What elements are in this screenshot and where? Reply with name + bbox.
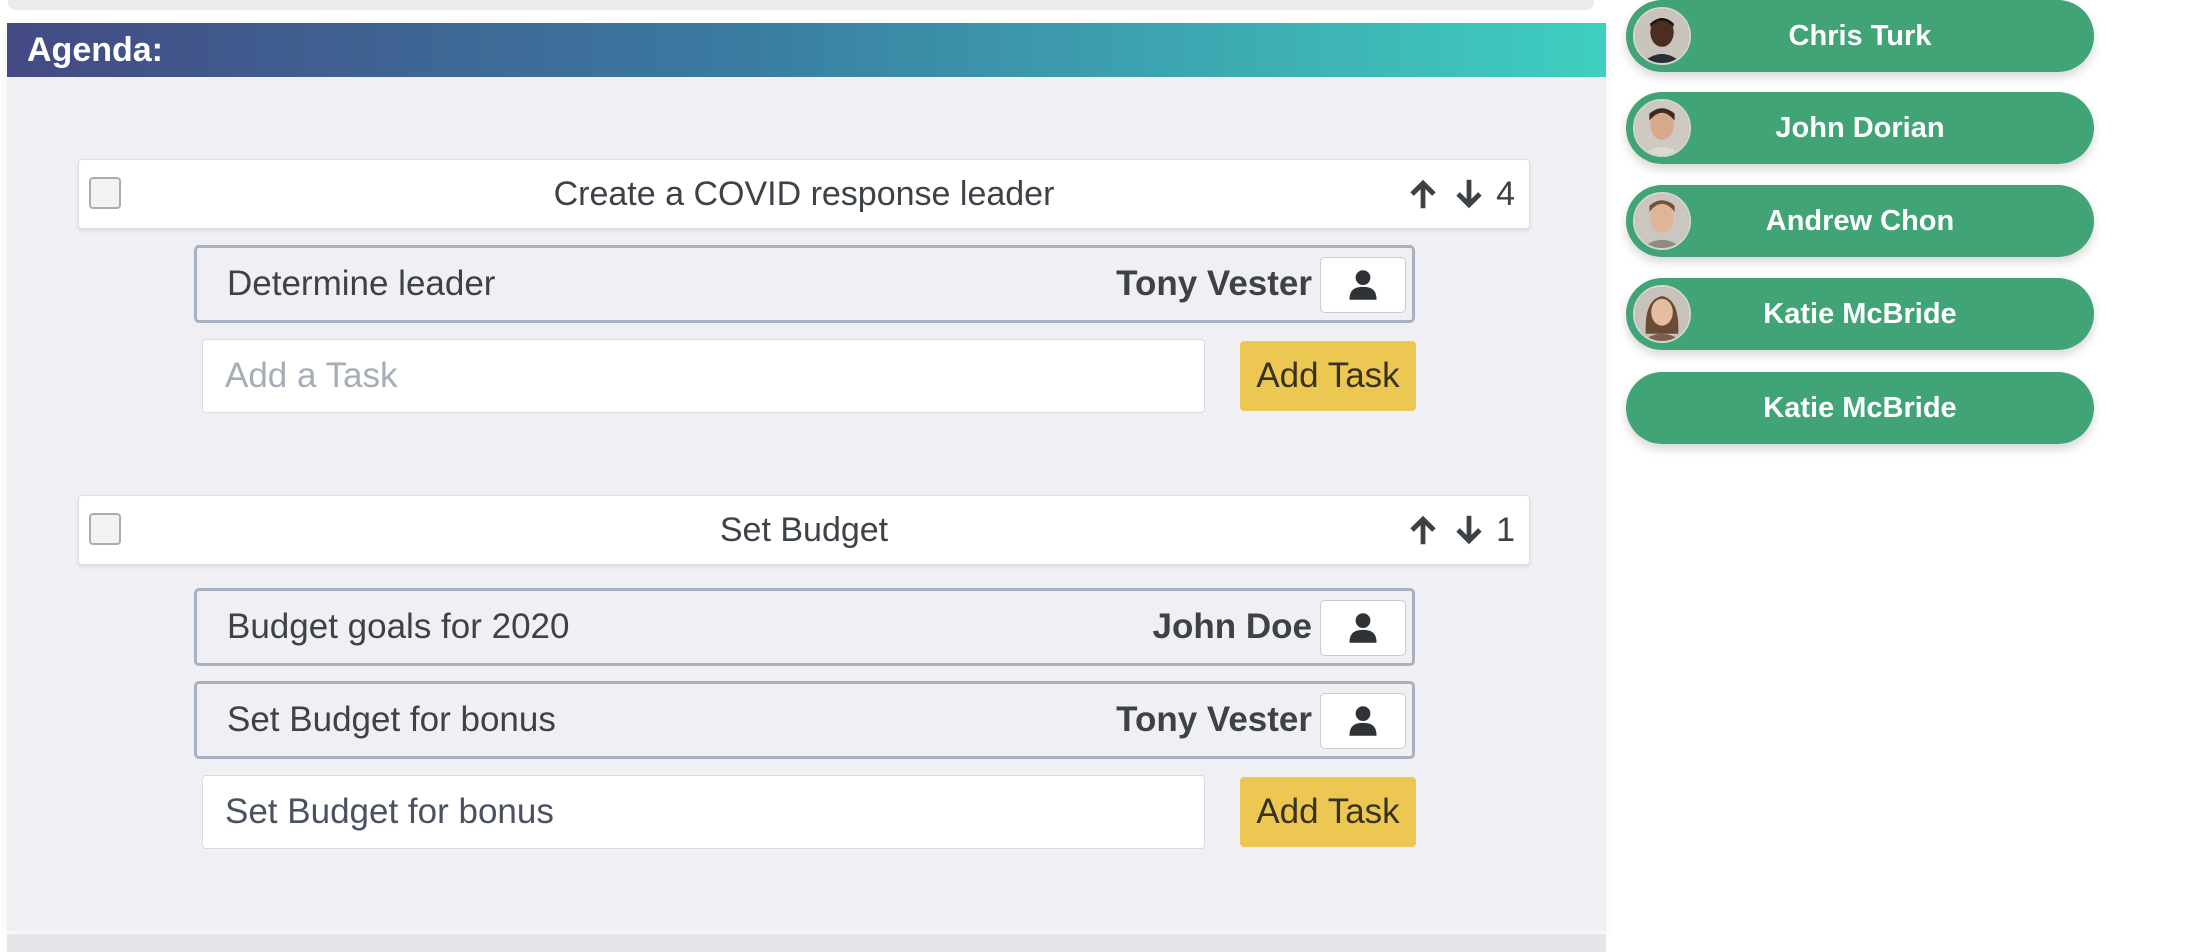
- bottom-panel-edge: [7, 934, 1606, 952]
- agenda-item[interactable]: Set Budget 1: [78, 495, 1530, 565]
- attendee-pill[interactable]: Chris Turk: [1626, 0, 2094, 72]
- top-panel-edge: [8, 0, 1594, 10]
- assign-user-button[interactable]: [1320, 693, 1406, 749]
- agenda-item-checkbox[interactable]: [89, 177, 121, 209]
- task-label: Set Budget for bonus: [227, 700, 556, 739]
- agenda-header: Agenda:: [7, 23, 1606, 77]
- add-task-button[interactable]: Add Task: [1240, 341, 1416, 411]
- user-icon: [1349, 270, 1377, 300]
- arrow-down-icon[interactable]: [1450, 511, 1488, 549]
- assign-user-button[interactable]: [1320, 600, 1406, 656]
- agenda-item-title: Create a COVID response leader: [553, 174, 1055, 213]
- user-icon: [1349, 706, 1377, 736]
- attendee-name: John Dorian: [1775, 111, 1945, 144]
- task-assignee: Tony Vester: [1116, 700, 1312, 739]
- task-row[interactable]: Set Budget for bonus Tony Vester: [194, 681, 1415, 759]
- add-task-input[interactable]: [202, 775, 1205, 849]
- arrow-up-icon[interactable]: [1404, 511, 1442, 549]
- arrow-up-icon[interactable]: [1404, 175, 1442, 213]
- attendee-name: Andrew Chon: [1765, 204, 1955, 237]
- attendee-name: Katie McBride: [1763, 297, 1957, 330]
- attendee-pill[interactable]: John Dorian: [1626, 92, 2094, 164]
- avatar: [1633, 285, 1691, 343]
- agenda-item-priority: 4: [1496, 174, 1515, 213]
- agenda-item-title: Set Budget: [719, 510, 889, 549]
- avatar: [1633, 99, 1691, 157]
- task-row[interactable]: Budget goals for 2020 John Doe: [194, 588, 1415, 666]
- avatar: [1633, 192, 1691, 250]
- user-icon: [1349, 613, 1377, 643]
- agenda-item[interactable]: Create a COVID response leader 4: [78, 159, 1530, 229]
- task-label: Determine leader: [227, 264, 496, 303]
- task-assignee: John Doe: [1152, 607, 1312, 646]
- add-task-button[interactable]: Add Task: [1240, 777, 1416, 847]
- agenda-item-checkbox[interactable]: [89, 513, 121, 545]
- task-assignee: Tony Vester: [1116, 264, 1312, 303]
- assign-user-button[interactable]: [1320, 257, 1406, 313]
- task-row[interactable]: Determine leader Tony Vester: [194, 245, 1415, 323]
- agenda-item-controls: 1: [1404, 496, 1515, 564]
- attendee-pill[interactable]: Katie McBride: [1626, 278, 2094, 350]
- agenda-item-priority: 1: [1496, 510, 1515, 549]
- add-task-input[interactable]: [202, 339, 1205, 413]
- arrow-down-icon[interactable]: [1450, 175, 1488, 213]
- attendee-pill[interactable]: Katie McBride: [1626, 372, 2094, 444]
- task-label: Budget goals for 2020: [227, 607, 570, 646]
- agenda-item-controls: 4: [1404, 160, 1515, 228]
- attendee-name: Katie McBride: [1763, 391, 1957, 424]
- avatar: [1633, 7, 1691, 65]
- attendee-pill[interactable]: Andrew Chon: [1626, 185, 2094, 257]
- agenda-title: Agenda:: [27, 30, 163, 69]
- attendee-name: Chris Turk: [1788, 19, 1932, 52]
